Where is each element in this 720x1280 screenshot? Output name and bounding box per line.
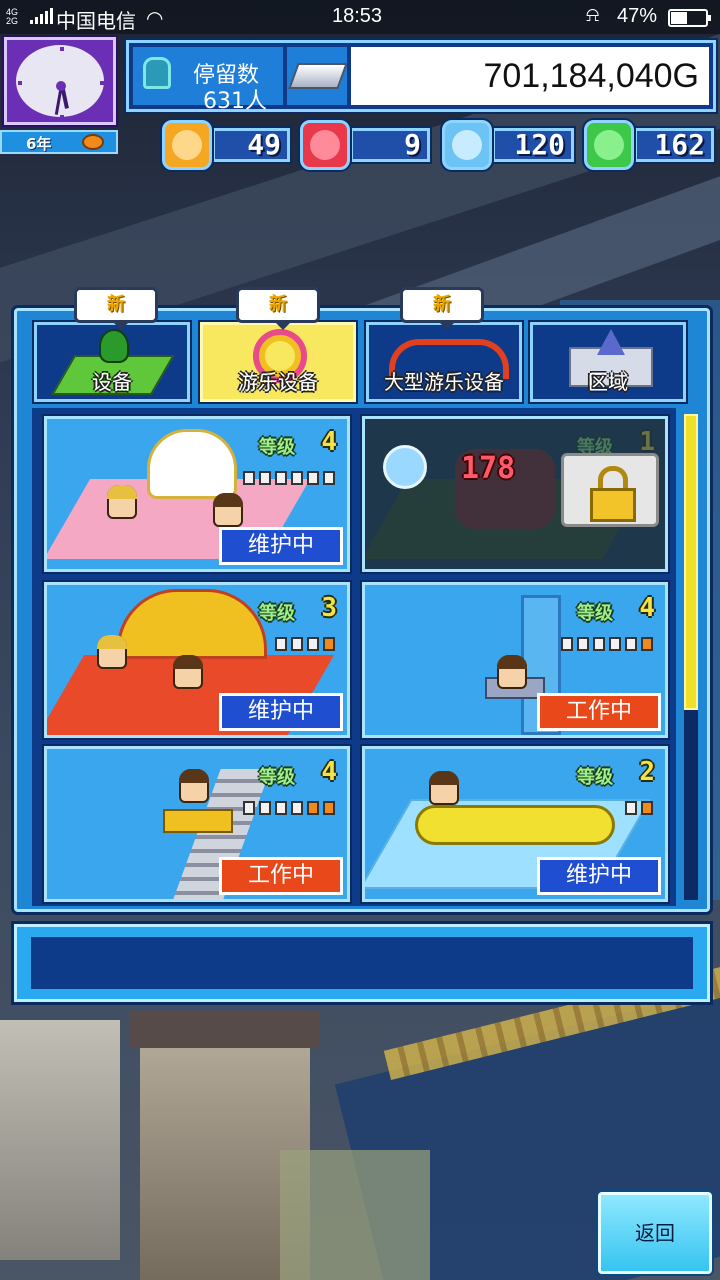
money-value: 701,184,040G <box>483 57 699 95</box>
year-label: 6年 <box>26 135 52 153</box>
tab-label: 大型游乐设备 <box>384 370 504 394</box>
scrollbar-thumb[interactable] <box>684 414 698 710</box>
year-indicator: 6年 <box>0 130 118 154</box>
signal-bars-icon <box>30 8 53 24</box>
ride-card[interactable]: 等级 4 工作中 <box>362 582 668 738</box>
new-badge: 新 <box>74 287 158 330</box>
scrollbar[interactable] <box>684 414 698 900</box>
upgrade-progress <box>561 637 653 651</box>
message-area <box>31 937 693 989</box>
resource-value: 9 <box>350 128 430 162</box>
resource-value: 120 <box>492 128 574 162</box>
tab-rides[interactable]: 游乐设备 <box>200 322 356 402</box>
tab-large-rides[interactable]: 大型游乐设备 <box>366 322 522 402</box>
tab-label: 区域 <box>588 370 628 394</box>
ride-card[interactable]: 等级 4 维护中 <box>44 416 350 572</box>
level-number: 4 <box>321 427 337 457</box>
pumpkin-icon <box>82 134 104 150</box>
status-button[interactable]: 工作中 <box>219 857 343 895</box>
tab-label: 游乐设备 <box>238 370 318 394</box>
resource-value: 162 <box>634 128 714 162</box>
orange-token-icon <box>162 120 212 170</box>
water-drop-icon <box>442 120 492 170</box>
level-number: 2 <box>639 757 655 787</box>
status-button[interactable]: 工作中 <box>537 693 661 731</box>
level-number: 4 <box>321 757 337 787</box>
network-indicator: 4G 2G <box>6 7 19 26</box>
lock-icon <box>561 453 659 527</box>
ride-card[interactable]: 等级 3 维护中 <box>44 582 350 738</box>
message-box <box>14 924 710 1002</box>
upgrade-progress <box>243 801 335 815</box>
new-badge: 新 <box>236 287 320 330</box>
silver-bar-icon <box>288 63 348 89</box>
leaf-token-icon <box>584 120 634 170</box>
water-drop-icon <box>383 445 427 489</box>
level-number: 3 <box>321 593 337 623</box>
back-button[interactable]: 返回 <box>598 1192 712 1274</box>
game-clock[interactable] <box>4 37 116 125</box>
person-icon <box>143 57 171 89</box>
carrier-name: 中国电信 <box>56 11 136 33</box>
status-button[interactable]: 维护中 <box>219 693 343 731</box>
visitor-count-panel: 停留数 631人 <box>133 47 283 114</box>
info-bar: 停留数 631人 701,184,040G <box>126 40 716 114</box>
battery-percent: 47% <box>617 5 658 27</box>
ride-card-locked[interactable]: 等级 1 178 <box>362 416 668 572</box>
status-bar: 4G 2G 中国电信 ◠ 18:53 ⍾ 47% <box>0 0 720 34</box>
money-icon-box <box>287 47 348 105</box>
clock-face-icon <box>12 41 108 121</box>
new-badge: 新 <box>400 287 484 330</box>
level-label: 等级 <box>259 767 295 788</box>
status-button[interactable]: 维护中 <box>537 857 661 895</box>
ride-card[interactable]: 等级 4 工作中 <box>44 746 350 902</box>
resource-value: 49 <box>212 128 290 162</box>
ride-card[interactable]: 等级 2 维护中 <box>362 746 668 902</box>
muted-bell-icon: ⍾ <box>586 4 600 26</box>
money-panel: 701,184,040G <box>351 47 709 105</box>
battery-icon <box>668 9 711 27</box>
level-label: 等级 <box>577 767 613 788</box>
tab-areas[interactable]: 区域 <box>530 322 686 402</box>
wifi-icon: ◠ <box>146 8 164 30</box>
level-label: 等级 <box>259 603 295 624</box>
level-label: 等级 <box>577 603 613 624</box>
level-number: 4 <box>639 593 655 623</box>
upgrade-progress <box>275 637 335 651</box>
stay-value: 631人 <box>203 89 267 114</box>
tab-facilities[interactable]: 设备 <box>34 322 190 402</box>
status-button[interactable]: 维护中 <box>219 527 343 565</box>
upgrade-progress <box>625 801 653 815</box>
upgrade-progress <box>243 471 335 485</box>
clock-time: 18:53 <box>332 5 383 27</box>
level-label: 等级 <box>259 437 295 458</box>
tab-label: 设备 <box>92 370 132 394</box>
fire-token-icon <box>300 120 350 170</box>
unlock-cost: 178 <box>461 451 516 486</box>
